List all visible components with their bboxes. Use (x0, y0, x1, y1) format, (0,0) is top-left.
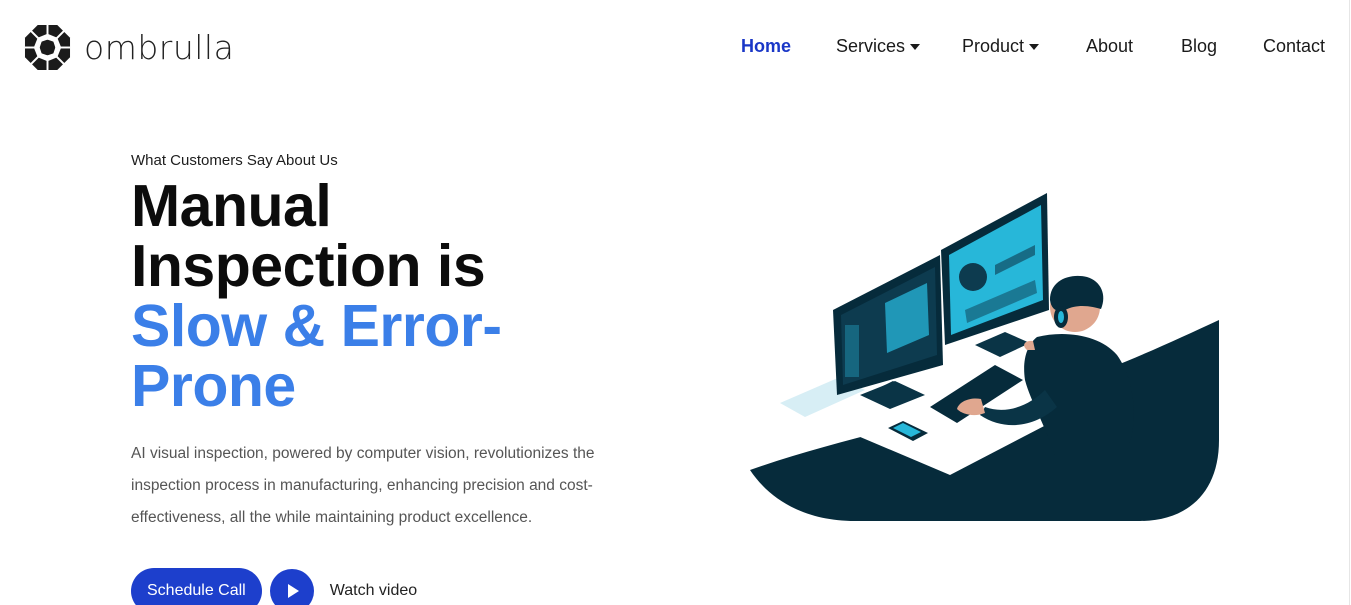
nav-product-label: Product (962, 36, 1025, 56)
headline-line-2: Inspection is (131, 233, 486, 299)
hero-description: AI visual inspection, powered by compute… (131, 445, 595, 526)
play-icon (287, 584, 299, 598)
caret-down-icon (910, 43, 921, 50)
nav-services[interactable]: Services (836, 36, 921, 57)
headline-highlight-1: Slow & Error- (131, 293, 502, 359)
nav-blog[interactable]: Blog (1181, 36, 1217, 57)
hero-cta-group: Schedule Call Watch video (131, 566, 417, 605)
nav-product[interactable]: Product (962, 36, 1040, 57)
headline-highlight-2: Prone (131, 353, 296, 419)
nav-home-label: Home (741, 36, 792, 56)
nav-about[interactable]: About (1086, 36, 1133, 57)
site-header: ombrulla Home Services Product About Blo… (0, 0, 1351, 96)
nav-blog-label: Blog (1181, 36, 1218, 56)
nav-services-label: Services (836, 36, 906, 56)
watch-video-link[interactable]: Watch video (330, 582, 417, 600)
play-video-button[interactable] (269, 569, 314, 605)
schedule-call-button[interactable]: Schedule Call (131, 568, 262, 605)
hero-eyebrow: What Customers Say About Us (131, 152, 338, 169)
headline-line-1: Manual (131, 173, 332, 239)
main-nav: Home Services Product About Blog Contact (0, 36, 1351, 62)
workstation-illustration (750, 193, 1219, 521)
caret-down-icon (1029, 43, 1040, 50)
nav-contact-label: Contact (1263, 36, 1326, 56)
nav-about-label: About (1086, 36, 1134, 56)
nav-home[interactable]: Home (741, 36, 791, 57)
nav-contact[interactable]: Contact (1263, 36, 1325, 57)
hero-headline: Manual Inspection is Slow & Error- Prone (131, 176, 651, 416)
